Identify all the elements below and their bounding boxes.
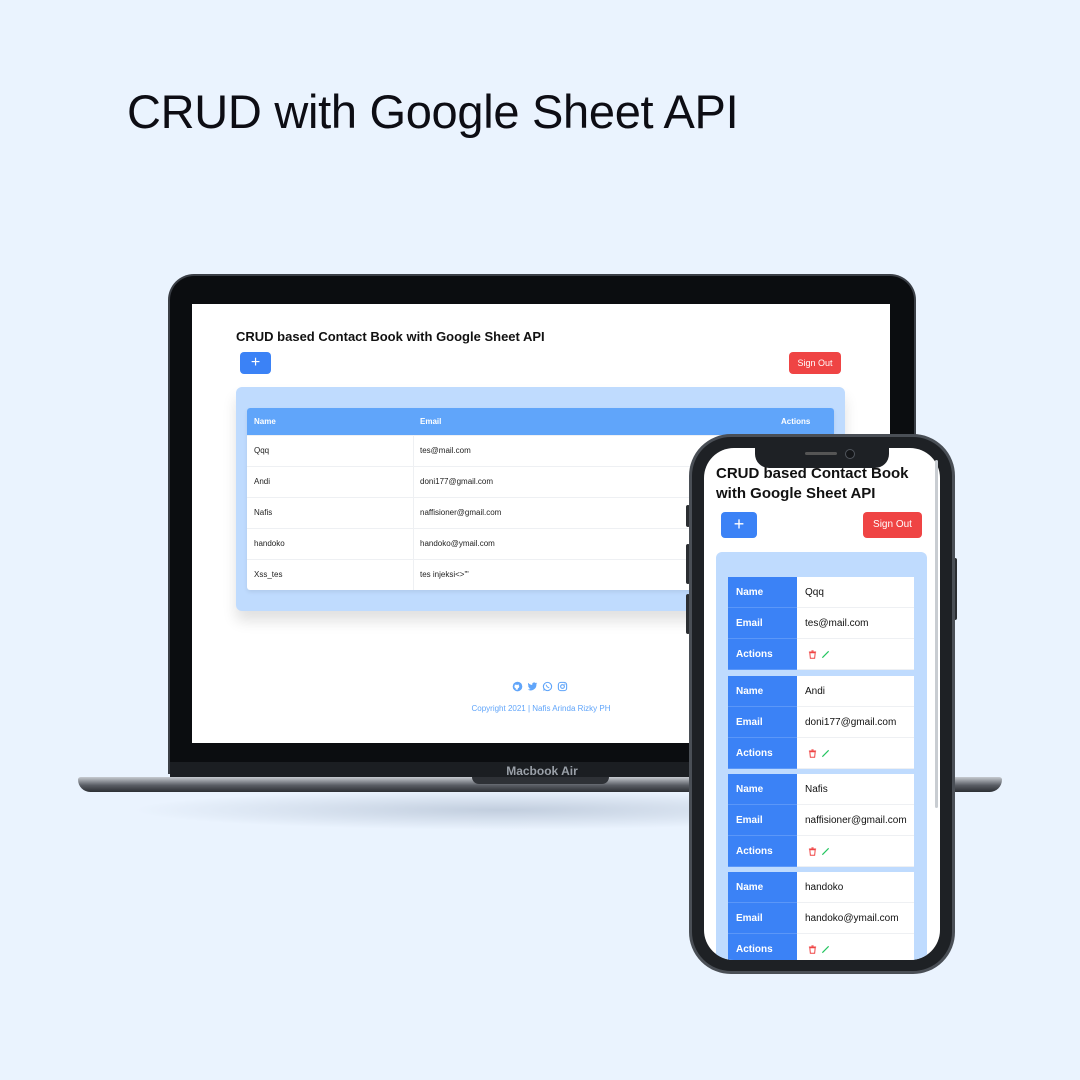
field-label-email: Email bbox=[728, 805, 797, 836]
phone-notch bbox=[755, 447, 889, 468]
contact-card: Name Nafis Email naffisioner@gmail.com Act… bbox=[728, 774, 914, 867]
app-title: CRUD based Contact Book with Google Shee… bbox=[236, 329, 545, 344]
field-label-name: Name bbox=[728, 774, 797, 805]
trash-icon[interactable] bbox=[808, 944, 817, 954]
pencil-icon[interactable] bbox=[821, 749, 830, 758]
field-label-actions: Actions bbox=[728, 934, 797, 960]
pencil-icon[interactable] bbox=[821, 650, 830, 659]
trash-icon[interactable] bbox=[808, 748, 817, 758]
row-actions bbox=[797, 934, 914, 960]
table-header: Name Email Actions bbox=[247, 408, 834, 435]
social-links bbox=[512, 681, 568, 692]
field-label-actions: Actions bbox=[728, 738, 797, 769]
sign-out-button[interactable]: Sign Out bbox=[863, 512, 922, 538]
contact-name: handoko bbox=[797, 872, 914, 903]
add-contact-button[interactable]: + bbox=[240, 352, 271, 374]
contact-name: Xss_tes bbox=[254, 570, 283, 579]
laptop-notch bbox=[472, 777, 609, 784]
trash-icon[interactable] bbox=[808, 649, 817, 659]
pencil-icon[interactable] bbox=[821, 945, 830, 954]
contact-email: doni177@gmail.com bbox=[797, 707, 914, 738]
row-actions bbox=[797, 639, 914, 670]
contact-name: Andi bbox=[797, 676, 914, 707]
contact-email: tes@mail.com bbox=[420, 446, 471, 455]
contact-name: Qqq bbox=[254, 446, 270, 455]
column-header-email: Email bbox=[420, 417, 442, 426]
column-header-actions: Actions bbox=[781, 417, 811, 426]
column-header-name: Name bbox=[254, 417, 276, 426]
phone-screen: CRUD based Contact Book with Google Shee… bbox=[704, 448, 940, 960]
contact-email: handoko@ymail.com bbox=[797, 903, 914, 934]
sign-out-button[interactable]: Sign Out bbox=[789, 352, 841, 374]
contact-card: Name Andi Email doni177@gmail.com Actions bbox=[728, 676, 914, 769]
twitter-icon[interactable] bbox=[527, 681, 538, 692]
field-label-actions: Actions bbox=[728, 639, 797, 670]
contact-name: Nafis bbox=[254, 508, 273, 517]
phone-camera bbox=[845, 449, 855, 459]
instagram-icon[interactable] bbox=[557, 681, 568, 692]
contact-email: doni177@gmail.com bbox=[420, 477, 494, 486]
contacts-panel: Name Qqq Email tes@mail.com Actions Name An… bbox=[716, 552, 927, 960]
field-label-email: Email bbox=[728, 903, 797, 934]
field-label-name: Name bbox=[728, 577, 797, 608]
contact-card: Name handoko Email handoko@ymail.com Actio… bbox=[728, 872, 914, 960]
contact-email: handoko@ymail.com bbox=[420, 539, 495, 548]
field-label-actions: Actions bbox=[728, 836, 797, 867]
row-actions bbox=[797, 738, 914, 769]
field-label-name: Name bbox=[728, 872, 797, 903]
page-headline: CRUD with Google Sheet API bbox=[127, 85, 739, 138]
contact-email: tes@mail.com bbox=[797, 608, 914, 639]
app-title: CRUD based Contact Book with Google Shee… bbox=[716, 465, 909, 502]
contact-name: Andi bbox=[254, 477, 271, 486]
row-actions bbox=[797, 836, 914, 867]
contact-card: Name Qqq Email tes@mail.com Actions bbox=[728, 577, 914, 670]
phone-speaker bbox=[805, 452, 837, 455]
phone-scrollbar[interactable] bbox=[935, 460, 938, 808]
whatsapp-icon[interactable] bbox=[542, 681, 553, 692]
pencil-icon[interactable] bbox=[821, 847, 830, 856]
contact-name: handoko bbox=[254, 539, 285, 548]
add-contact-button[interactable]: + bbox=[721, 512, 757, 538]
contact-name: Nafis bbox=[797, 774, 914, 805]
contact-email: naffisioner@gmail.com bbox=[797, 805, 914, 836]
github-icon[interactable] bbox=[512, 681, 523, 692]
field-label-name: Name bbox=[728, 676, 797, 707]
contact-email: naffisioner@gmail.com bbox=[420, 508, 502, 517]
contact-name: Qqq bbox=[797, 577, 914, 608]
field-label-email: Email bbox=[728, 608, 797, 639]
trash-icon[interactable] bbox=[808, 846, 817, 856]
contact-email: tes injeksi<>"' bbox=[420, 570, 469, 579]
field-label-email: Email bbox=[728, 707, 797, 738]
